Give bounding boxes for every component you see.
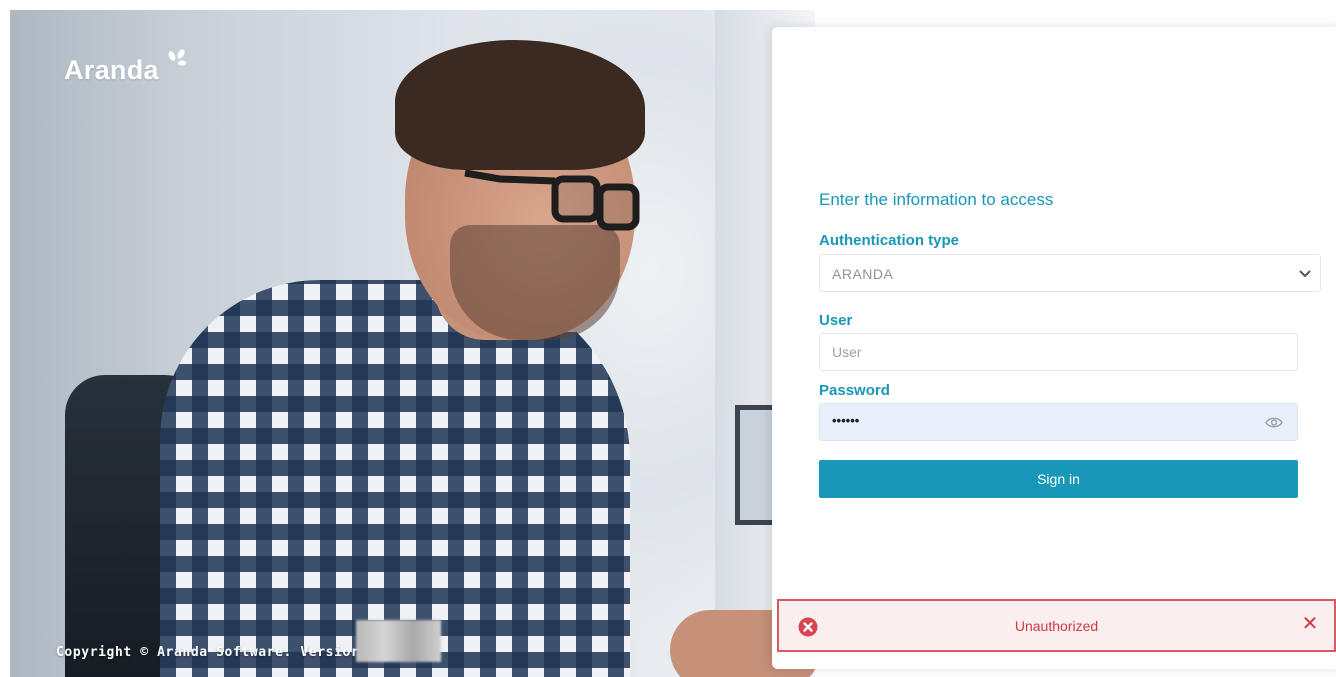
beard xyxy=(450,225,620,340)
chevron-down-icon xyxy=(1299,270,1311,278)
logo-leaf-icon xyxy=(168,49,186,66)
user-label: User xyxy=(819,312,853,329)
user-input[interactable] xyxy=(819,333,1298,371)
error-alert: Unauthorized ✕ xyxy=(777,599,1336,652)
password-label: Password xyxy=(819,382,890,399)
copyright-text: Copyright © Aranda Software. Versior xyxy=(56,645,360,660)
plaid-shirt xyxy=(160,280,630,677)
show-password-eye-icon[interactable] xyxy=(1265,416,1283,429)
auth-type-select[interactable]: ARANDA xyxy=(819,254,1321,292)
auth-type-value: ARANDA xyxy=(832,266,894,282)
redacted-version xyxy=(356,620,441,662)
glasses xyxy=(464,169,640,231)
error-message: Unauthorized xyxy=(1014,618,1099,634)
sign-in-button[interactable]: Sign in xyxy=(819,460,1298,498)
hero-photo xyxy=(10,10,815,677)
auth-type-label: Authentication type xyxy=(819,232,960,249)
login-heading: Enter the information to access xyxy=(819,190,1054,209)
password-masked-value: •••••• xyxy=(832,413,860,428)
aranda-logo: Aranda xyxy=(64,55,159,85)
password-field[interactable]: •••••• xyxy=(819,403,1298,441)
hair xyxy=(395,40,645,170)
close-alert-button[interactable]: ✕ xyxy=(1299,613,1321,635)
